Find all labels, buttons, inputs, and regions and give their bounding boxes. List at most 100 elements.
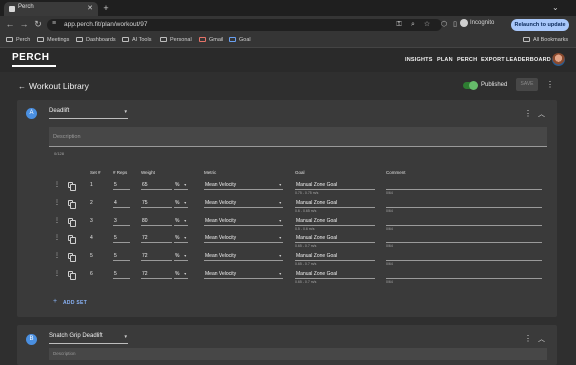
copy-set-icon[interactable]	[68, 182, 76, 191]
weight-input[interactable]: 72	[141, 232, 172, 244]
goal-input[interactable]: Manual Zone Goal	[295, 250, 375, 262]
reps-input[interactable]: 5	[113, 268, 130, 279]
more-vert-icon[interactable]: ⋮	[546, 80, 554, 89]
description-field[interactable]: Description	[49, 348, 547, 360]
extensions-icon[interactable]: ⬡	[440, 21, 448, 29]
back-icon[interactable]: ←	[4, 18, 16, 30]
drag-handle-icon[interactable]: ⋮	[54, 234, 60, 241]
weight-input[interactable]: 72	[141, 268, 172, 279]
copy-set-icon[interactable]	[68, 235, 76, 245]
drag-handle-icon[interactable]: ⋮	[54, 270, 60, 277]
dropdown-caret-icon: ▼	[278, 200, 282, 205]
metric-select[interactable]: Mean Velocity ▼	[204, 250, 283, 262]
nav-insights[interactable]: INSIGHTS	[405, 57, 433, 63]
copy-set-icon[interactable]	[68, 199, 76, 209]
weight-input[interactable]: 72	[141, 250, 172, 262]
comment-input[interactable]	[386, 179, 542, 190]
tab-close-icon[interactable]: ✕	[87, 4, 93, 12]
site-info-icon[interactable]: ≡	[52, 20, 56, 27]
avatar[interactable]	[552, 53, 565, 66]
weight-unit-select[interactable]: % ▼	[174, 215, 188, 226]
drag-handle-icon[interactable]: ⋮	[54, 252, 60, 259]
comment-input[interactable]	[386, 232, 542, 244]
save-button[interactable]: SAVE	[516, 78, 538, 91]
copy-set-icon[interactable]	[68, 271, 76, 280]
bookmark-star-icon[interactable]: ☆	[423, 21, 431, 29]
perch-logo[interactable]: PERCH	[12, 52, 50, 63]
comment-input[interactable]	[386, 268, 542, 279]
card-more-icon[interactable]: ⋮	[524, 334, 532, 343]
goal-input[interactable]: Manual Zone Goal	[295, 179, 375, 190]
comment-input[interactable]	[386, 215, 542, 226]
forward-icon[interactable]: →	[18, 18, 30, 30]
reps-input[interactable]: 3	[113, 215, 130, 226]
key-icon[interactable]: ⚿	[395, 21, 403, 29]
reps-input[interactable]: 5	[113, 232, 130, 244]
weight-input[interactable]: 75	[141, 197, 172, 208]
zoom-icon[interactable]: ⌕	[409, 21, 417, 29]
address-bar[interactable]: ≡ app.perch.fit/plan/workout/97 ⚿ ⌕ ☆	[47, 19, 442, 31]
weight-input[interactable]: 65	[141, 179, 172, 190]
comment-char-count: 0/64	[386, 208, 393, 213]
exercise-select[interactable]: Deadlift ▼	[49, 108, 128, 119]
nav-perch[interactable]: PERCH	[457, 57, 477, 63]
metric-select[interactable]: Mean Velocity ▼	[204, 268, 283, 279]
reps-input[interactable]: 4	[113, 197, 130, 208]
nav-export[interactable]: EXPORT	[481, 57, 505, 63]
goal-input[interactable]: Manual Zone Goal	[295, 197, 375, 208]
weight-unit-select[interactable]: % ▼	[174, 232, 188, 244]
nav-plan[interactable]: PLAN	[437, 57, 453, 63]
bookmark-goal[interactable]: Goal	[229, 37, 251, 43]
bookmark-dashboards[interactable]: Dashboards	[76, 37, 116, 43]
bookmark-meetings[interactable]: Meetings	[37, 37, 69, 43]
side-panel-icon[interactable]: ▯	[451, 21, 459, 29]
copy-set-icon[interactable]	[68, 253, 76, 263]
folder-icon	[37, 37, 44, 42]
weight-unit-select[interactable]: % ▼	[174, 197, 188, 208]
back-arrow-icon[interactable]: ←	[18, 82, 26, 91]
weight-unit-select[interactable]: % ▼	[174, 250, 188, 262]
browser-tab[interactable]: Perch ✕	[4, 2, 98, 16]
bookmark-gmail[interactable]: Gmail	[199, 37, 223, 43]
collapse-chevron-icon[interactable]: ︿	[538, 334, 545, 344]
bookmark-ai-tools[interactable]: AI Tools	[122, 37, 151, 43]
drag-handle-icon[interactable]: ⋮	[54, 199, 60, 206]
new-tab-icon[interactable]: +	[101, 3, 111, 13]
bookmark-perch[interactable]: Perch	[6, 37, 30, 43]
reps-input[interactable]: 5	[113, 250, 130, 262]
all-bookmarks[interactable]: All Bookmarks	[523, 37, 568, 43]
metric-select[interactable]: Mean Velocity ▼	[204, 179, 283, 190]
collapse-chevron-icon[interactable]: ︿	[538, 109, 545, 119]
reload-icon[interactable]: ↻	[32, 18, 44, 30]
goal-input[interactable]: Manual Zone Goal	[295, 268, 375, 279]
description-field[interactable]: Description	[49, 127, 547, 147]
exercise-badge: A	[26, 108, 37, 119]
weight-input[interactable]: 80	[141, 215, 172, 226]
copy-set-icon[interactable]	[68, 217, 76, 227]
goal-input[interactable]: Manual Zone Goal	[295, 215, 375, 226]
bookmark-personal[interactable]: Personal	[160, 37, 192, 43]
dropdown-caret-icon: ▼	[183, 200, 187, 205]
weight-unit-select[interactable]: % ▼	[174, 179, 188, 190]
reps-input[interactable]: 5	[113, 179, 130, 190]
relaunch-button[interactable]: Relaunch to update	[511, 19, 569, 31]
workout-page: ← Workout Library Published SAVE ⋮ A Dea…	[0, 72, 576, 365]
metric-select[interactable]: Mean Velocity ▼	[204, 197, 283, 208]
card-more-icon[interactable]: ⋮	[524, 109, 532, 118]
drag-handle-icon[interactable]: ⋮	[54, 217, 60, 224]
add-set-button[interactable]: + ADD SET	[51, 296, 89, 309]
metric-select[interactable]: Mean Velocity ▼	[204, 215, 283, 226]
col-goal: Goal	[295, 170, 305, 175]
nav-leaderboard[interactable]: LEADERBOARD	[506, 57, 551, 63]
goal-value: Manual Zone Goal	[296, 253, 338, 260]
comment-input[interactable]	[386, 197, 542, 208]
weight-unit-select[interactable]: % ▼	[174, 268, 188, 279]
exercise-select[interactable]: Snatch Grip Deadlift ▼	[49, 333, 128, 344]
window-menu-chevron-icon[interactable]: ⌄	[552, 3, 559, 12]
goal-value: Manual Zone Goal	[296, 217, 338, 224]
metric-select[interactable]: Mean Velocity ▼	[204, 232, 283, 244]
goal-input[interactable]: Manual Zone Goal	[295, 232, 375, 244]
comment-input[interactable]	[386, 250, 542, 262]
published-toggle[interactable]	[463, 81, 478, 90]
drag-handle-icon[interactable]: ⋮	[54, 181, 60, 188]
